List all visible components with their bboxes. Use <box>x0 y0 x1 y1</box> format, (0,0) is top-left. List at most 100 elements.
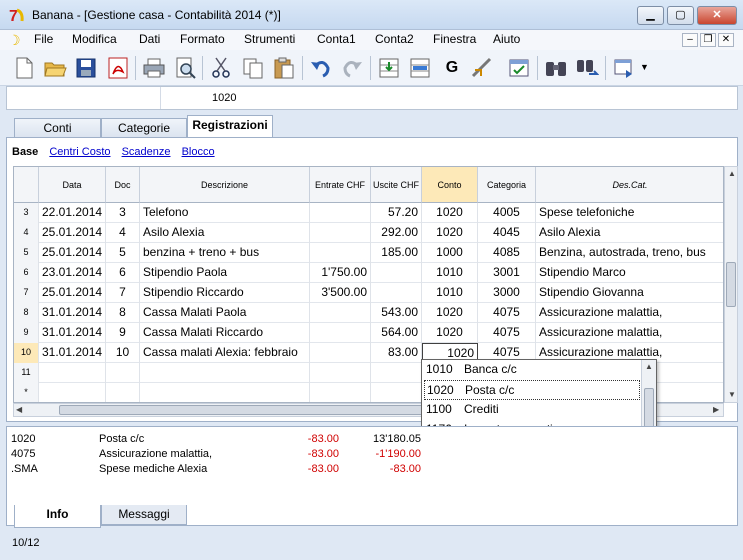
ruler-icon[interactable] <box>470 56 494 80</box>
table-cell-desc[interactable]: Asilo Alexia <box>140 223 310 243</box>
view-blocco[interactable]: Blocco <box>182 146 215 158</box>
table-cell-doc[interactable]: 9 <box>106 323 140 343</box>
table-cell-data[interactable] <box>39 363 106 383</box>
table-cell-data[interactable]: 23.01.2014 <box>39 263 106 283</box>
table-cell-cat[interactable]: 4075 <box>478 303 536 323</box>
menu-finestra[interactable]: Finestra <box>433 32 476 46</box>
table-cell-desc[interactable] <box>140 363 310 383</box>
table-row[interactable]: 5 25.01.2014 5 benzina + treno + bus 185.00 1… <box>14 243 723 263</box>
scroll-thumb[interactable] <box>726 262 736 307</box>
table-cell-entr[interactable] <box>310 323 371 343</box>
table-cell-conto[interactable]: 1020 <box>422 323 478 343</box>
table-cell-desc[interactable]: Cassa malati Alexia: febbraio <box>140 343 310 363</box>
print-icon[interactable] <box>142 56 166 80</box>
table-cell-cat[interactable]: 4005 <box>478 203 536 223</box>
table-cell-doc[interactable]: 8 <box>106 303 140 323</box>
window-icon[interactable] <box>612 56 636 80</box>
table-cell-cat[interactable]: 4045 <box>478 223 536 243</box>
table-cell-conto[interactable]: 1010 <box>422 263 478 283</box>
table-cell-desc[interactable]: benzina + treno + bus <box>140 243 310 263</box>
table-cell-data[interactable]: 25.01.2014 <box>39 243 106 263</box>
table-cell-entr[interactable]: 1'750.00 <box>310 263 371 283</box>
menu-modifica[interactable]: Modifica <box>72 32 117 46</box>
minimize-button[interactable]: ▁ <box>637 6 664 25</box>
table-cell-entr[interactable] <box>310 203 371 223</box>
vertical-scrollbar[interactable]: ▲ ▼ <box>724 166 738 403</box>
menu-conta2[interactable]: Conta2 <box>375 32 414 46</box>
insert-rows-icon[interactable] <box>377 56 401 80</box>
column-header[interactable]: Conto <box>422 167 478 203</box>
tab-messaggi[interactable]: Messaggi <box>101 505 187 525</box>
table-cell-doc[interactable] <box>106 383 140 402</box>
view-base[interactable]: Base <box>12 146 38 158</box>
table-cell-usc[interactable]: 57.20 <box>371 203 422 223</box>
print-preview-icon[interactable] <box>173 56 197 80</box>
table-cell-entr[interactable] <box>310 303 371 323</box>
tab-categorie[interactable]: Categorie <box>101 118 187 138</box>
table-cell-desc[interactable]: Stipendio Paola <box>140 263 310 283</box>
table-cell-entr[interactable] <box>310 383 371 402</box>
menu-dati[interactable]: Dati <box>139 32 160 46</box>
delete-rows-icon[interactable] <box>408 56 432 80</box>
dropdown-option[interactable]: 1010 Banca c/c <box>424 360 640 380</box>
table-row[interactable]: 3 22.01.2014 3 Telefono 57.20 1020 4005 Spese t… <box>14 203 723 223</box>
tab-info[interactable]: Info <box>14 505 101 528</box>
table-cell-data[interactable]: 31.01.2014 <box>39 323 106 343</box>
copy-icon[interactable] <box>241 56 265 80</box>
scroll-up-icon[interactable]: ▲ <box>645 362 653 371</box>
table-row[interactable]: 9 31.01.2014 9 Cassa Malati Riccardo 564.00 1… <box>14 323 723 343</box>
table-cell-desc[interactable]: Cassa Malati Riccardo <box>140 323 310 343</box>
table-cell-cat[interactable]: 4075 <box>478 323 536 343</box>
cut-icon[interactable] <box>209 56 233 80</box>
view-centri-costo[interactable]: Centri Costo <box>49 146 110 158</box>
new-file-icon[interactable] <box>12 56 36 80</box>
find-replace-icon[interactable] <box>575 56 599 80</box>
table-cell-entr[interactable] <box>310 343 371 363</box>
column-header[interactable]: Descrizione <box>140 167 310 203</box>
table-cell-doc[interactable]: 6 <box>106 263 140 283</box>
cell-edit-bar[interactable]: 1020 <box>6 86 738 110</box>
table-cell-usc[interactable]: 185.00 <box>371 243 422 263</box>
table-cell-descat[interactable]: Benzina, autostrada, treno, bus <box>536 243 723 263</box>
table-cell-descat[interactable]: Stipendio Marco <box>536 263 723 283</box>
table-cell-descat[interactable]: Spese telefoniche <box>536 203 723 223</box>
mdi-close-button[interactable]: ✕ <box>718 33 734 47</box>
mdi-minimize-button[interactable]: – <box>682 33 698 47</box>
table-cell-doc[interactable]: 5 <box>106 243 140 263</box>
table-cell-doc[interactable]: 7 <box>106 283 140 303</box>
menu-conta1[interactable]: Conta1 <box>317 32 356 46</box>
tab-conti[interactable]: Conti <box>14 118 101 138</box>
table-cell-conto[interactable]: 1020 <box>422 223 478 243</box>
dropdown-option[interactable]: 1020 Posta c/c <box>424 380 640 400</box>
table-cell-conto[interactable]: 1010 <box>422 283 478 303</box>
scroll-down-icon[interactable]: ▼ <box>728 390 736 399</box>
table-cell-usc[interactable]: 543.00 <box>371 303 422 323</box>
table-cell-doc[interactable]: 4 <box>106 223 140 243</box>
table-cell-doc[interactable]: 10 <box>106 343 140 363</box>
dropdown-option[interactable]: 1100 Crediti <box>424 400 640 420</box>
table-cell-desc[interactable]: Stipendio Riccardo <box>140 283 310 303</box>
table-cell-data[interactable]: 22.01.2014 <box>39 203 106 223</box>
scroll-right-icon[interactable]: ▶ <box>713 405 719 414</box>
table-cell-descat[interactable]: Stipendio Giovanna <box>536 283 723 303</box>
save-icon[interactable] <box>74 56 98 80</box>
column-header[interactable]: Data <box>39 167 106 203</box>
table-cell-doc[interactable]: 3 <box>106 203 140 223</box>
menu-file[interactable]: File <box>34 32 53 46</box>
mdi-restore-button[interactable]: ❐ <box>700 33 716 47</box>
table-cell-entr[interactable] <box>310 243 371 263</box>
table-cell-cat[interactable]: 4085 <box>478 243 536 263</box>
table-cell-doc[interactable] <box>106 363 140 383</box>
table-cell-usc[interactable]: 292.00 <box>371 223 422 243</box>
scroll-left-icon[interactable]: ◀ <box>16 405 22 414</box>
table-cell-entr[interactable] <box>310 223 371 243</box>
table-cell-descat[interactable]: Asilo Alexia <box>536 223 723 243</box>
table-cell-data[interactable] <box>39 383 106 402</box>
table-cell-usc[interactable]: 83.00 <box>371 343 422 363</box>
table-cell-cat[interactable]: 3001 <box>478 263 536 283</box>
paste-icon[interactable] <box>272 56 296 80</box>
table-cell-data[interactable]: 25.01.2014 <box>39 283 106 303</box>
scroll-up-icon[interactable]: ▲ <box>728 169 736 178</box>
chevron-down-icon[interactable]: ▼ <box>640 62 649 72</box>
table-cell-usc[interactable] <box>371 363 422 383</box>
